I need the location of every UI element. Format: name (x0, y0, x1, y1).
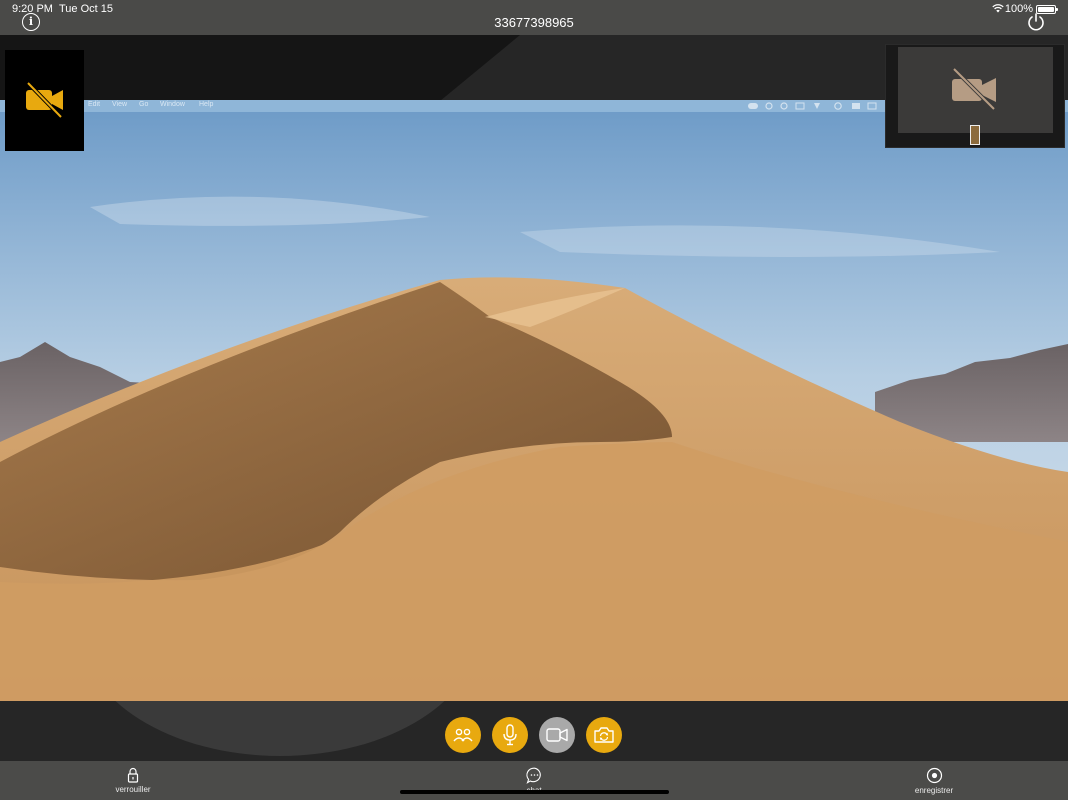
desert-wallpaper-image (0, 112, 1068, 701)
wifi-icon (992, 4, 1004, 13)
remote-menubar-status-icons (748, 102, 877, 110)
remote-menu-help: Help (199, 101, 214, 108)
lock-tab-label: verrouiller (115, 785, 151, 794)
camera-off-icon (26, 81, 63, 119)
home-indicator[interactable] (400, 790, 669, 794)
call-controls (0, 701, 1068, 761)
status-date: Tue Oct 15 (59, 3, 114, 15)
record-tab[interactable]: enregistrer (904, 767, 964, 795)
lock-tab[interactable]: verrouiller (108, 767, 158, 794)
microphone-button[interactable] (492, 717, 528, 753)
record-tab-label: enregistrer (914, 786, 954, 795)
control-strip-arc (80, 701, 480, 756)
remote-menu-edit: Edit (88, 101, 101, 108)
remote-video-frame (898, 47, 1053, 133)
top-bar: 9:20 PM Tue Oct 15 100% i 33677398965 (0, 0, 1068, 35)
remote-menu-view: View (112, 101, 128, 108)
switch-camera-button[interactable] (586, 717, 622, 753)
switch-camera-icon (594, 727, 614, 743)
power-button[interactable] (1026, 12, 1046, 32)
bottom-tab-bar: verrouiller chat enregistrer (0, 761, 1068, 800)
record-icon (926, 767, 942, 784)
remote-self-preview (970, 125, 980, 145)
camera-button[interactable] (539, 717, 575, 753)
chat-icon (525, 767, 541, 784)
video-call-screen: 9:20 PM Tue Oct 15 100% i 33677398965 Ed… (0, 0, 1068, 800)
remote-camera-off-icon (952, 67, 996, 111)
video-camera-icon (546, 728, 568, 742)
lock-icon (127, 767, 139, 783)
microphone-icon (503, 724, 517, 746)
participants-icon (453, 728, 473, 742)
participants-button[interactable] (445, 717, 481, 753)
remote-video-thumbnail[interactable] (885, 44, 1065, 148)
remote-menu-window: Window (160, 101, 185, 108)
call-number-title: 33677398965 (494, 15, 574, 30)
remote-menu-go: Go (139, 101, 149, 108)
local-camera-preview[interactable] (5, 50, 84, 151)
